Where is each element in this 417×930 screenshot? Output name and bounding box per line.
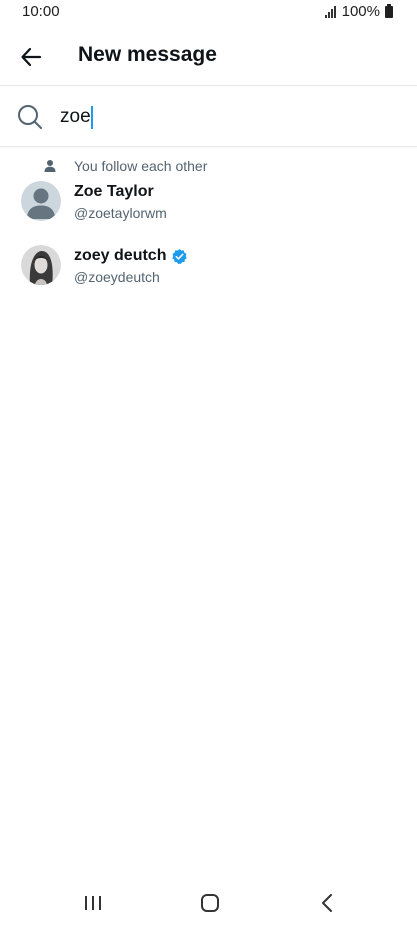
text-cursor [91,106,93,129]
user-handle: @zoetaylorwm [74,205,167,221]
user-handle: @zoeydeutch [74,269,160,285]
header: New message [0,30,417,86]
user-row-zoey-deutch[interactable]: zoey deutch @zoeydeutch [0,242,417,300]
back-button[interactable] [14,40,48,74]
search-icon [18,105,42,129]
user-name: zoey deutch [74,247,188,265]
recent-apps-button[interactable] [73,888,113,918]
social-context-label: You follow each other [74,158,208,174]
default-avatar [21,181,61,221]
battery-percent: 100% [341,3,380,20]
verified-badge-icon [172,248,188,264]
status-time: 10:00 [22,3,60,20]
status-indicators: 100% [324,3,393,20]
person-silhouette-icon [27,188,55,219]
back-chevron-icon [322,894,332,912]
recent-apps-icon [85,896,101,910]
person-icon [44,160,56,172]
social-context: You follow each other [0,158,417,176]
status-bar: 10:00 100% [0,0,417,26]
photo-avatar [21,245,61,285]
user-name: Zoe Taylor [74,183,154,200]
page-title: New message [78,43,217,66]
search-bar [0,87,417,147]
battery-icon [385,3,393,18]
home-button[interactable] [190,888,230,918]
arrow-left-icon [21,47,42,67]
home-icon [201,894,219,912]
signal-icon [324,5,336,18]
user-row-zoe-taylor[interactable]: Zoe Taylor @zoetaylorwm [0,178,417,236]
search-input[interactable] [60,103,390,131]
back-nav-button[interactable] [307,888,347,918]
system-nav-bar [0,874,417,930]
